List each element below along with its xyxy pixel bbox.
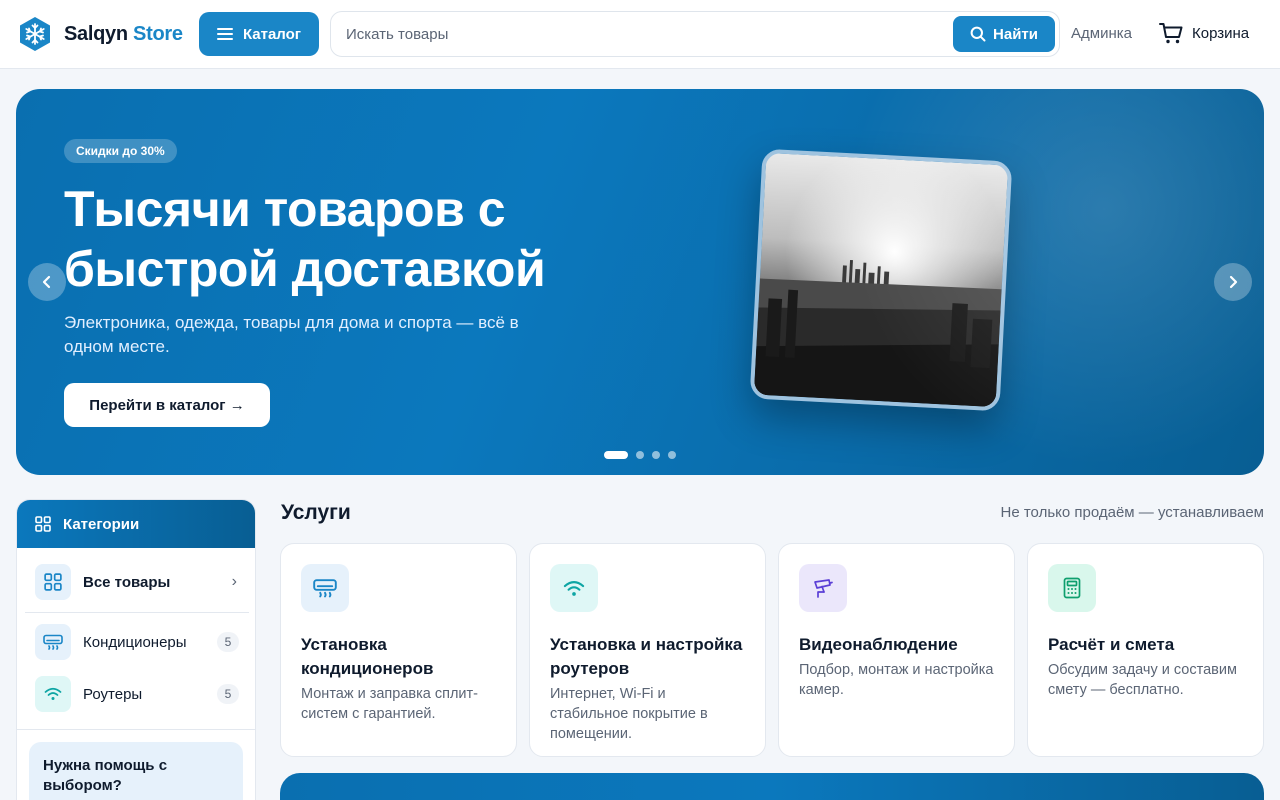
- air-conditioner-icon: [301, 564, 349, 612]
- brand-name: Salqyn Store: [64, 23, 183, 46]
- city-skyline-image: [753, 152, 1009, 408]
- cart-icon: [1159, 23, 1183, 44]
- cart-label: Корзина: [1192, 24, 1250, 42]
- service-card-title: Установка кондиционеров: [301, 635, 434, 678]
- service-card-title: Установка и настройка роутеров: [550, 635, 743, 678]
- slider-dot-3[interactable]: [652, 451, 660, 459]
- hero-city-photo: [749, 148, 1013, 412]
- calculator-icon: [1048, 564, 1096, 612]
- catalog-button[interactable]: Каталог: [199, 12, 319, 56]
- go-to-catalog-button[interactable]: Перейти в каталог →: [64, 383, 270, 427]
- catalog-button-label: Каталог: [242, 25, 302, 43]
- wifi-icon: [550, 564, 598, 612]
- help-title: Нужна помощь с выбором?: [43, 757, 168, 794]
- categories-header: Категории: [17, 500, 255, 548]
- service-card-title: Расчёт и смета: [1048, 635, 1175, 654]
- search-bar: Найти: [330, 11, 1060, 57]
- sidebar-item-label: Роутеры: [83, 685, 143, 703]
- top-header: Salqyn Store Каталог Найти Админка Корзи…: [0, 0, 1280, 69]
- grid-icon: [35, 564, 71, 600]
- slider-dot-1[interactable]: [604, 451, 628, 459]
- slider-next-button[interactable]: [1214, 263, 1252, 301]
- menu-icon: [216, 28, 233, 40]
- snowflake-logo-icon: [20, 17, 50, 51]
- service-card-desc: Подбор, монтаж и настройка камер.: [799, 662, 994, 698]
- search-icon: [970, 26, 986, 42]
- sidebar-item-label: Все товары: [83, 573, 171, 591]
- sidebar-item-routers[interactable]: Роутеры 5: [25, 670, 249, 718]
- divider: [25, 612, 249, 613]
- brand-name-part1: Salqyn: [64, 22, 128, 45]
- slider-dot-2[interactable]: [636, 451, 644, 459]
- service-card-desc: Интернет, Wi-Fi и стабильное покрытие в …: [550, 686, 708, 742]
- service-card-desc: Обсудим задачу и составим смету — беспла…: [1048, 662, 1237, 698]
- services-note: Не только продаём — устанавливаем: [1000, 504, 1264, 521]
- service-card-desc: Монтаж и заправка сплит-систем с гаранти…: [301, 686, 478, 722]
- sidebar-item-label: Кондиционеры: [83, 633, 187, 651]
- hero-title: Тысячи товаров с быстрой доставкой: [64, 181, 546, 297]
- service-card-cctv[interactable]: Видеонаблюдение Подбор, монтаж и настрой…: [778, 543, 1015, 757]
- cctv-camera-icon: [799, 564, 847, 612]
- chevron-left-icon: [42, 275, 51, 289]
- wifi-icon: [35, 676, 71, 712]
- chevron-right-icon: ›: [231, 573, 237, 590]
- item-count-badge: 5: [217, 632, 239, 652]
- admin-link[interactable]: Админка: [1071, 25, 1132, 42]
- store-logo[interactable]: Salqyn Store: [17, 16, 183, 52]
- discount-badge: Скидки до 30%: [64, 139, 177, 163]
- slider-prev-button[interactable]: [28, 263, 66, 301]
- sidebar-item-all-products[interactable]: Все товары ›: [25, 558, 249, 606]
- slider-dots: [604, 451, 684, 459]
- categories-title: Категории: [63, 515, 140, 533]
- air-conditioner-icon: [35, 624, 71, 660]
- secondary-banner: [280, 773, 1264, 800]
- item-count-badge: 5: [217, 684, 239, 704]
- chevron-right-icon: [1229, 275, 1238, 289]
- sidebar-item-air-conditioners[interactable]: Кондиционеры 5: [25, 618, 249, 666]
- service-card-ac-install[interactable]: Установка кондиционеров Монтаж и заправк…: [280, 543, 517, 757]
- grid-icon: [35, 516, 51, 532]
- categories-sidebar: Категории Все товары › Кондиционеры 5 Ро…: [16, 499, 256, 800]
- divider: [17, 729, 255, 730]
- service-card-estimate[interactable]: Расчёт и смета Обсудим задачу и составим…: [1027, 543, 1264, 757]
- hero-subtitle: Электроника, одежда, товары для дома и с…: [64, 313, 519, 356]
- brand-name-part2: Store: [133, 22, 183, 45]
- cart-link[interactable]: Корзина: [1159, 22, 1249, 44]
- slider-dot-4[interactable]: [668, 451, 676, 459]
- service-card-title: Видеонаблюдение: [799, 635, 958, 654]
- hero-banner: Скидки до 30% Тысячи товаров с быстрой д…: [16, 89, 1264, 475]
- search-button-label: Найти: [993, 25, 1038, 43]
- search-button[interactable]: Найти: [953, 16, 1055, 52]
- help-card[interactable]: Нужна помощь с выбором?: [29, 742, 243, 800]
- service-card-router-setup[interactable]: Установка и настройка роутеров Интернет,…: [529, 543, 766, 757]
- search-input[interactable]: [346, 12, 946, 56]
- services-title: Услуги: [281, 501, 351, 524]
